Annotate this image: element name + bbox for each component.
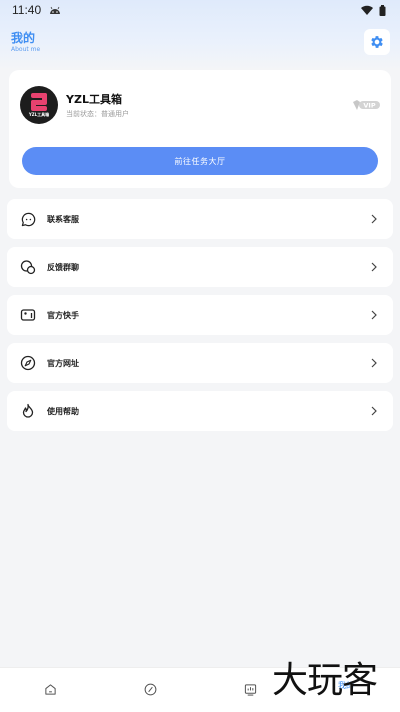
tab-stats[interactable]: [243, 682, 257, 696]
vip-badge: VIP: [353, 100, 380, 110]
chart-icon: [244, 683, 256, 696]
settings-button[interactable]: [364, 29, 390, 55]
chevron-right-icon: [371, 310, 377, 320]
tab-discover[interactable]: [143, 682, 157, 696]
page-subtitle: About me: [11, 46, 41, 53]
menu-item-feedback-group[interactable]: 反馈群聊: [7, 247, 393, 287]
home-icon: [44, 683, 56, 695]
status-bar: 11:40: [0, 0, 400, 20]
page-header: 我的 About me: [11, 31, 40, 55]
menu-item-label: 官方网址: [47, 358, 79, 368]
chevron-right-icon: [371, 214, 377, 224]
chevron-right-icon: [371, 358, 377, 368]
flame-icon: [20, 403, 36, 419]
gear-icon: [371, 36, 383, 48]
app-logo-icon: [31, 93, 47, 111]
tab-home[interactable]: [43, 682, 57, 696]
avatar-caption: YZL工具箱: [28, 112, 50, 117]
avatar[interactable]: YZL工具箱: [20, 86, 58, 124]
menu-item-label: 反馈群聊: [47, 262, 79, 272]
page-title: 我的: [11, 31, 36, 45]
menu-item-label: 联系客服: [47, 214, 79, 224]
status-time: 11:40: [12, 3, 42, 17]
menu-item-usage-help[interactable]: 使用帮助: [7, 391, 393, 431]
profile-card: YZL工具箱 YZL工具箱 当前状态：普通用户 VIP 前往任务大厅: [9, 70, 391, 188]
watermark: 大玩客: [272, 660, 378, 701]
chevron-right-icon: [371, 406, 377, 416]
profile-status: 当前状态：普通用户: [66, 110, 129, 118]
chevron-right-icon: [371, 262, 377, 272]
menu-item-label: 使用帮助: [47, 406, 79, 416]
menu-item-label: 官方快手: [47, 310, 79, 320]
battery-icon: [379, 4, 386, 16]
group-chat-icon: [20, 259, 36, 275]
compass-icon: [144, 683, 156, 695]
chat-bubble-icon: [20, 211, 36, 227]
video-icon: [20, 307, 36, 323]
task-hall-button[interactable]: 前往任务大厅: [22, 147, 378, 175]
vip-label: VIP: [363, 101, 375, 109]
menu-item-customer-service[interactable]: 联系客服: [7, 199, 393, 239]
profile-name: YZL工具箱: [66, 93, 122, 106]
wifi-icon: [361, 5, 373, 15]
menu-item-official-kuaishou[interactable]: 官方快手: [7, 295, 393, 335]
menu-item-official-website[interactable]: 官方网址: [7, 343, 393, 383]
compass-icon: [20, 355, 36, 371]
android-icon: [50, 6, 61, 14]
